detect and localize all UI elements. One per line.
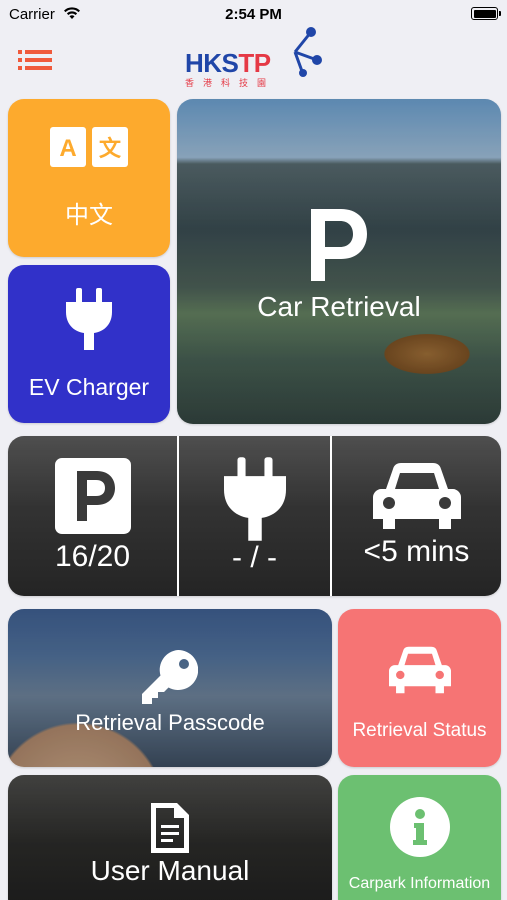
- parking-availability-stat[interactable]: 16/20: [8, 436, 177, 596]
- car-retrieval-label: Car Retrieval: [257, 290, 421, 322]
- menu-button[interactable]: [18, 50, 52, 70]
- document-icon: [151, 803, 189, 853]
- hkstp-logo: HKSTP 香港科技園: [185, 27, 325, 88]
- car-icon: [372, 463, 461, 529]
- carpark-information-label: Carpark Information: [348, 875, 491, 892]
- language-toggle-tile[interactable]: A 文 中文: [8, 99, 170, 257]
- charging-availability-value: - / -: [232, 541, 277, 574]
- key-icon: [142, 650, 198, 704]
- clock: 2:54 PM: [225, 6, 282, 23]
- charging-availability-stat[interactable]: - / -: [179, 436, 330, 596]
- language-label: 中文: [65, 201, 113, 229]
- ev-charger-label: EV Charger: [28, 373, 150, 400]
- parking-p-icon: [311, 208, 367, 281]
- battery-icon: [471, 7, 501, 20]
- stat-divider: [177, 436, 179, 596]
- info-icon: [389, 797, 450, 857]
- stat-divider: [330, 436, 332, 596]
- retrieval-status-label: Retrieval Status: [352, 720, 487, 741]
- logo-subtitle: 香港科技園: [185, 78, 276, 88]
- logo-wordmark-b: TP: [238, 48, 271, 78]
- svg-text:文: 文: [99, 136, 122, 162]
- translate-icon: A 文: [50, 126, 128, 167]
- retrieval-status-tile[interactable]: Retrieval Status: [338, 609, 501, 767]
- status-bar: Carrier 2:54 PM: [0, 0, 507, 28]
- wait-time-stat[interactable]: <5 mins: [332, 436, 501, 596]
- logo-molecule-icon: [293, 27, 322, 77]
- user-manual-label: User Manual: [90, 855, 250, 886]
- ev-charger-tile[interactable]: EV Charger: [8, 265, 170, 423]
- user-manual-tile[interactable]: User Manual: [8, 775, 332, 900]
- logo-wordmark-a: HKS: [185, 48, 239, 78]
- carpark-information-tile[interactable]: Carpark Information: [338, 775, 501, 900]
- parking-p-icon: [54, 458, 131, 534]
- retrieval-passcode-label: Retrieval Passcode: [75, 710, 265, 735]
- list-menu-icon: [18, 50, 52, 70]
- parking-status-panel: 16/20 - / - <5 mins: [8, 436, 501, 596]
- retrieval-passcode-tile[interactable]: Retrieval Passcode: [8, 609, 332, 767]
- svg-text:A: A: [59, 135, 76, 162]
- wait-time-value: <5 mins: [363, 535, 470, 568]
- header: HKSTP 香港科技園: [0, 27, 507, 94]
- car-retrieval-tile[interactable]: Car Retrieval: [177, 99, 501, 424]
- plug-icon: [223, 457, 286, 541]
- car-icon: [388, 646, 451, 694]
- plug-icon: [66, 287, 112, 350]
- parking-availability-value: 16/20: [54, 540, 131, 573]
